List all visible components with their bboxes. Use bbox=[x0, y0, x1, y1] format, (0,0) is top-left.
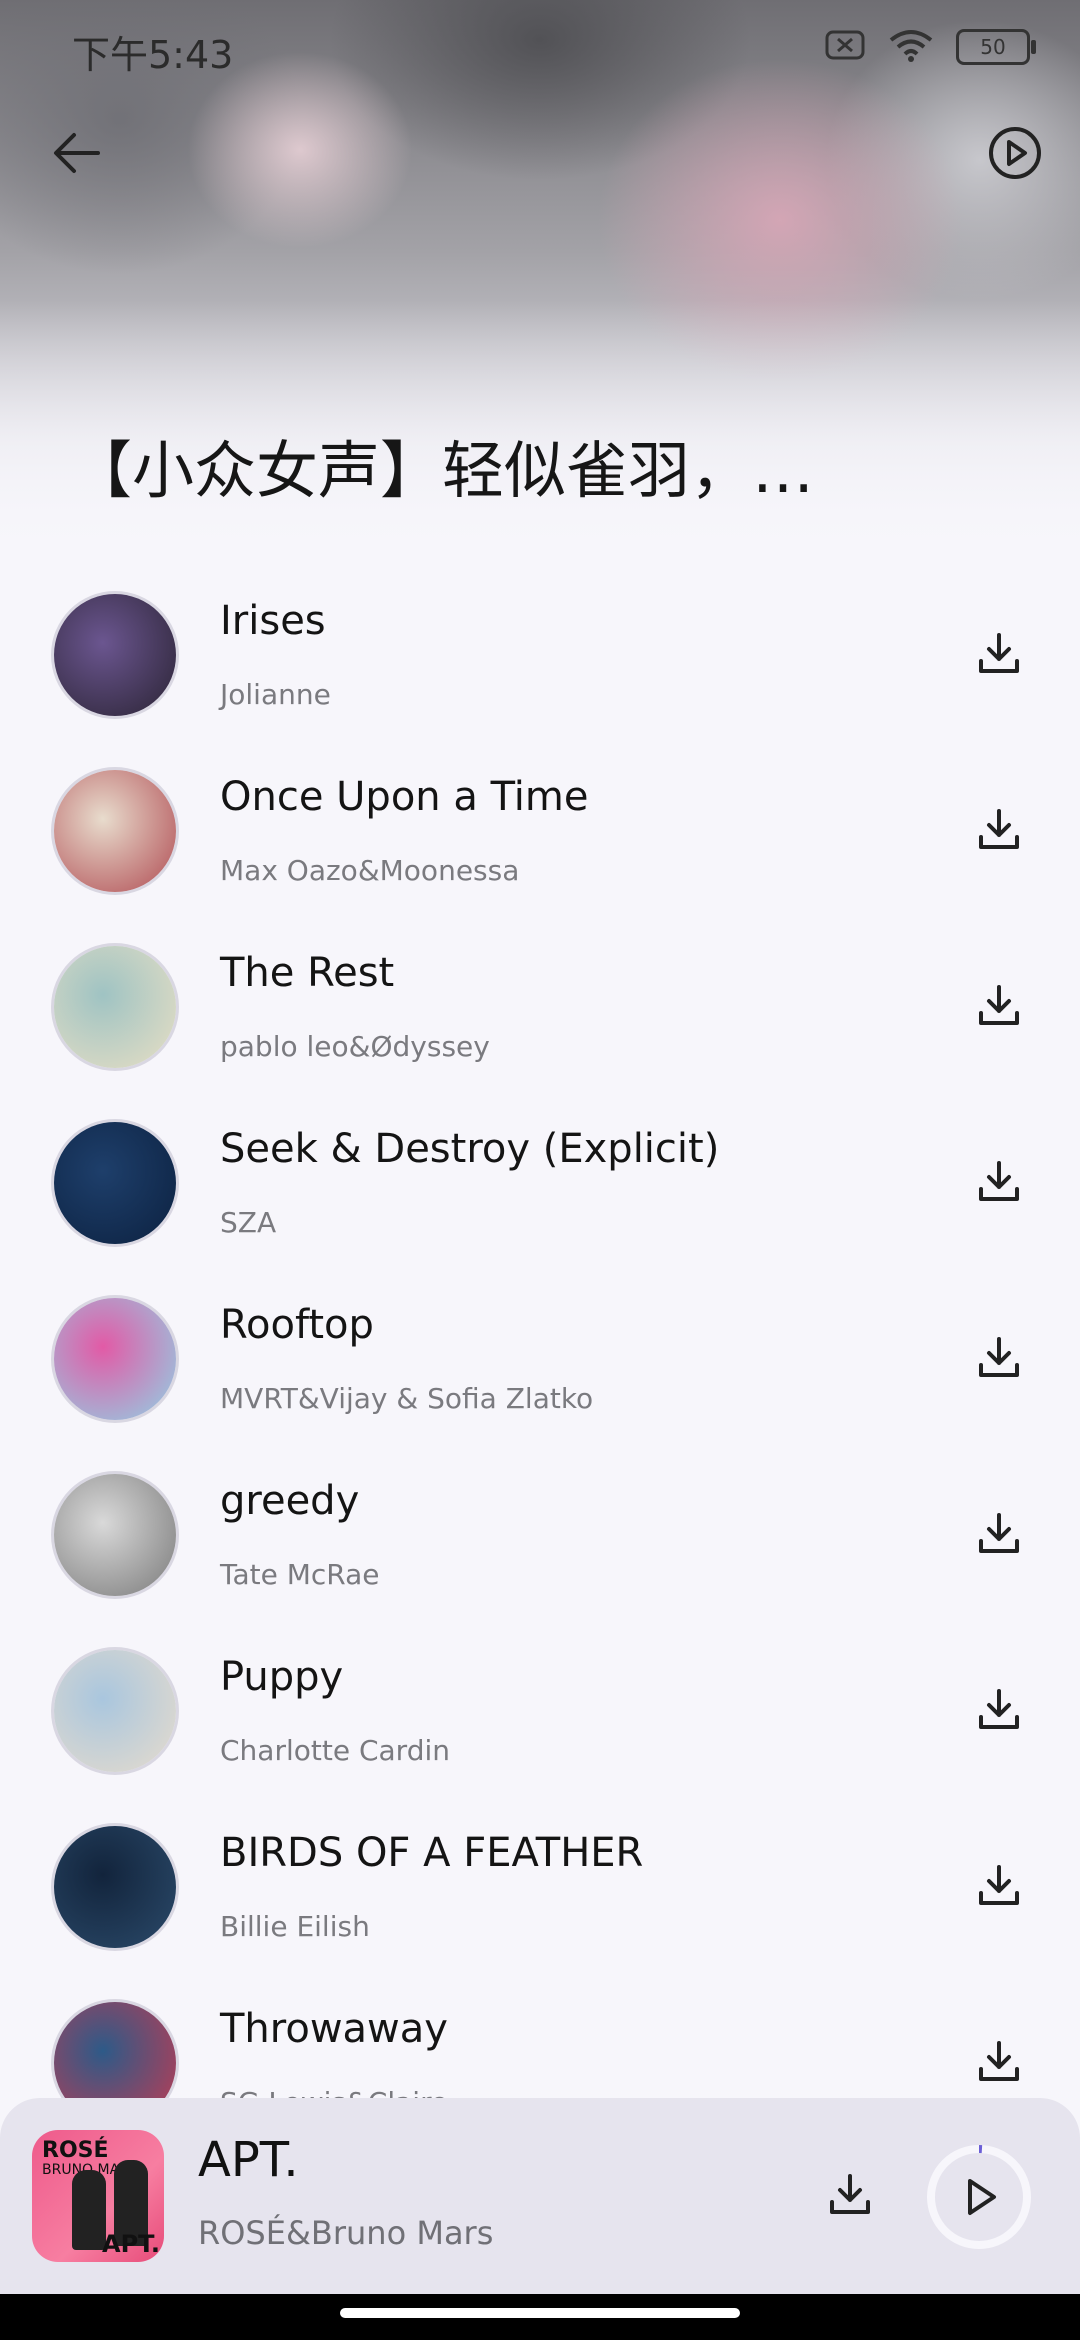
play-icon bbox=[968, 2179, 996, 2215]
playlist-title: 【小众女声】轻似雀羽，… bbox=[70, 434, 815, 507]
song-title: BIRDS OF A FEATHER bbox=[220, 1830, 644, 1876]
download-icon bbox=[830, 2174, 870, 2214]
download-button[interactable] bbox=[968, 1678, 1030, 1740]
song-cover bbox=[54, 1122, 176, 1244]
song-artist: Billie Eilish bbox=[220, 1910, 370, 1943]
song-cover bbox=[54, 1298, 176, 1420]
download-button[interactable] bbox=[968, 798, 1030, 860]
download-icon bbox=[979, 2041, 1019, 2081]
download-icon bbox=[979, 1689, 1019, 1729]
wifi-icon bbox=[888, 28, 934, 66]
play-all-button[interactable] bbox=[980, 118, 1050, 188]
now-playing-artist[interactable]: ROSÉ&Bruno Mars bbox=[198, 2214, 493, 2252]
song-cover bbox=[54, 1826, 176, 1948]
song-artist: pablo leo&Ødyssey bbox=[220, 1030, 490, 1063]
cover-figure bbox=[72, 2170, 106, 2250]
battery-icon: 50 bbox=[956, 29, 1036, 65]
back-arrow-icon bbox=[54, 133, 100, 173]
song-row[interactable]: Rooftop MVRT&Vijay & Sofia Zlatko bbox=[0, 1264, 1080, 1440]
download-button[interactable] bbox=[968, 974, 1030, 1036]
download-icon bbox=[979, 1513, 1019, 1553]
song-artist: Max Oazo&Moonessa bbox=[220, 854, 520, 887]
song-row[interactable]: Seek & Destroy (Explicit) SZA bbox=[0, 1088, 1080, 1264]
play-pause-button[interactable] bbox=[924, 2142, 1034, 2252]
song-title: greedy bbox=[220, 1478, 360, 1524]
song-title: Irises bbox=[220, 598, 326, 644]
song-cover bbox=[54, 594, 176, 716]
song-cover bbox=[54, 1474, 176, 1596]
no-sim-icon bbox=[824, 29, 866, 65]
song-title: Throwaway bbox=[220, 2006, 448, 2052]
song-cover bbox=[54, 946, 176, 1068]
song-artist: Charlotte Cardin bbox=[220, 1734, 450, 1767]
play-circle-icon bbox=[989, 127, 1041, 179]
download-button[interactable] bbox=[968, 1150, 1030, 1212]
song-artist: Tate McRae bbox=[220, 1558, 380, 1591]
now-playing-title[interactable]: APT. bbox=[198, 2132, 299, 2188]
song-cover bbox=[54, 1650, 176, 1772]
status-time: 下午5:43 bbox=[72, 33, 234, 77]
song-title: Seek & Destroy (Explicit) bbox=[220, 1126, 720, 1172]
song-artist: Jolianne bbox=[220, 678, 331, 711]
back-button[interactable] bbox=[42, 118, 112, 188]
now-playing-download-button[interactable] bbox=[820, 2164, 880, 2224]
cover-art-text: ROSÉ bbox=[42, 2138, 109, 2163]
home-indicator[interactable] bbox=[340, 2308, 740, 2318]
song-title: Once Upon a Time bbox=[220, 774, 589, 820]
song-row[interactable]: The Rest pablo leo&Ødyssey bbox=[0, 912, 1080, 1088]
download-button[interactable] bbox=[968, 1854, 1030, 1916]
download-button[interactable] bbox=[968, 1326, 1030, 1388]
download-button[interactable] bbox=[968, 622, 1030, 684]
download-icon bbox=[979, 1337, 1019, 1377]
cover-art-text: APT. bbox=[102, 2230, 161, 2258]
song-title: Rooftop bbox=[220, 1302, 374, 1348]
song-row[interactable]: Once Upon a Time Max Oazo&Moonessa bbox=[0, 736, 1080, 912]
navigation-bar bbox=[0, 2294, 1080, 2340]
mini-player[interactable]: ROSÉ BRUNO MARS APT. APT. ROSÉ&Bruno Mar… bbox=[0, 2098, 1080, 2294]
song-artist: MVRT&Vijay & Sofia Zlatko bbox=[220, 1382, 594, 1415]
status-icons: 50 bbox=[824, 28, 1036, 66]
download-button[interactable] bbox=[968, 2030, 1030, 2092]
progress-ring-track bbox=[927, 2145, 1031, 2249]
song-title: The Rest bbox=[220, 950, 395, 996]
song-title: Puppy bbox=[220, 1654, 344, 1700]
download-icon bbox=[979, 1865, 1019, 1905]
download-icon bbox=[979, 633, 1019, 673]
download-button[interactable] bbox=[968, 1502, 1030, 1564]
now-playing-cover[interactable]: ROSÉ BRUNO MARS APT. bbox=[32, 2130, 164, 2262]
song-row[interactable]: greedy Tate McRae bbox=[0, 1440, 1080, 1616]
song-cover bbox=[54, 770, 176, 892]
download-icon bbox=[979, 1161, 1019, 1201]
download-icon bbox=[979, 985, 1019, 1025]
status-bar: 下午5:43 50 bbox=[0, 0, 1080, 100]
song-row[interactable]: Puppy Charlotte Cardin bbox=[0, 1616, 1080, 1792]
song-artist: SZA bbox=[220, 1206, 277, 1239]
song-row[interactable]: BIRDS OF A FEATHER Billie Eilish bbox=[0, 1792, 1080, 1968]
download-icon bbox=[979, 809, 1019, 849]
song-row[interactable]: Irises Jolianne bbox=[0, 560, 1080, 736]
